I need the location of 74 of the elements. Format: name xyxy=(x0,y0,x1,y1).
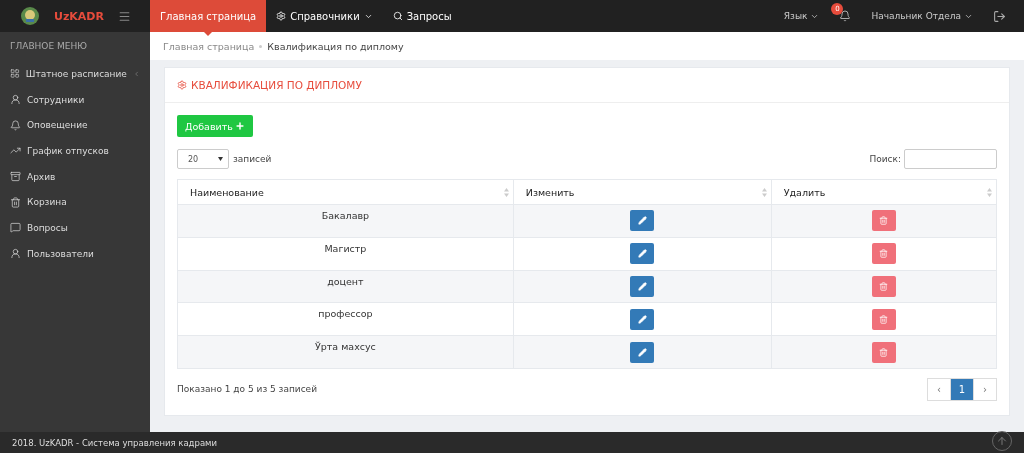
bell-icon[interactable] xyxy=(839,10,852,22)
trash-icon xyxy=(879,249,889,259)
sidebar-item[interactable]: Штатное расписание xyxy=(0,61,150,87)
sidebar-item[interactable]: Оповещение xyxy=(0,112,150,139)
sort-icon xyxy=(761,188,767,197)
footer-text: 2018. UzKADR - Система управления кадрами xyxy=(0,432,1024,453)
page-button[interactable]: 1 xyxy=(950,378,974,401)
edit-button[interactable] xyxy=(630,210,655,232)
logout-icon[interactable] xyxy=(993,9,1006,23)
page-button[interactable]: ‹ xyxy=(927,378,951,401)
nav-tab[interactable]: Справочники xyxy=(266,0,383,32)
delete-button[interactable] xyxy=(871,276,896,297)
message-icon xyxy=(10,222,21,234)
pencil-icon xyxy=(637,282,647,291)
breadcrumb-link[interactable]: Главная страница xyxy=(163,40,255,52)
trash-icon xyxy=(879,314,889,324)
pencil-icon xyxy=(637,314,647,324)
edit-button[interactable] xyxy=(630,276,655,297)
sidebar-item[interactable]: Пользователи xyxy=(0,240,150,267)
gear-icon xyxy=(276,11,287,21)
page-button[interactable]: › xyxy=(973,378,997,401)
trash-icon xyxy=(879,282,889,291)
column-header[interactable]: Наименование xyxy=(177,179,514,205)
brand-name: UzKADR xyxy=(54,9,104,23)
search-icon xyxy=(392,11,403,21)
trash-icon xyxy=(879,216,889,226)
delete-button[interactable] xyxy=(871,308,896,330)
sidebar-item[interactable]: Корзина xyxy=(0,189,150,216)
language-dropdown[interactable]: Язык xyxy=(783,11,820,21)
bell-icon xyxy=(10,119,21,131)
column-header[interactable]: Удалить xyxy=(771,179,997,205)
sidebar-item[interactable]: Архив xyxy=(0,163,150,190)
table-cell: Бакалавр xyxy=(177,204,514,238)
plus-icon xyxy=(234,121,245,131)
caret-icon xyxy=(218,157,223,161)
archive-icon xyxy=(10,171,21,183)
trash-icon xyxy=(10,196,21,208)
sort-icon xyxy=(987,188,992,197)
user-icon xyxy=(10,94,21,106)
table-cell: Магистр xyxy=(177,237,514,271)
pencil-icon xyxy=(637,347,647,357)
delete-button[interactable] xyxy=(871,341,896,363)
grid-icon xyxy=(10,68,20,80)
user-dropdown[interactable]: Начальник Отдела xyxy=(871,11,973,21)
card-title: КВАЛИФИКАЦИЯ ПО ДИПЛОМУ xyxy=(191,79,362,91)
user-icon xyxy=(10,248,21,260)
sort-icon xyxy=(503,188,509,197)
table-cell: Ўрта махсус xyxy=(177,335,514,369)
sidebar-item[interactable]: График отпусков xyxy=(0,138,150,164)
sidebar-item[interactable]: Сотрудники xyxy=(0,86,150,113)
page-length-select[interactable]: 20 xyxy=(177,149,229,169)
column-header[interactable]: Изменить xyxy=(513,179,772,205)
edit-button[interactable] xyxy=(630,308,655,330)
menu-heading: ГЛАВНОЕ МЕНЮ xyxy=(9,41,88,53)
pencil-icon xyxy=(637,216,647,226)
page-length-label: записей xyxy=(233,154,272,164)
table-info: Показано 1 до 5 из 5 записей xyxy=(177,384,317,395)
table-cell: профессор xyxy=(177,302,514,336)
arrow-up-icon xyxy=(996,435,1008,447)
search-field[interactable] xyxy=(904,149,997,169)
table-cell: доцент xyxy=(177,270,514,303)
search-label: Поиск: xyxy=(869,154,901,164)
pencil-icon xyxy=(637,249,647,259)
delete-button[interactable] xyxy=(871,210,896,232)
trash-icon xyxy=(879,347,889,357)
nav-tab[interactable]: Запросы xyxy=(382,0,462,32)
gear-icon xyxy=(177,80,187,90)
sidebar-item[interactable]: Вопросы xyxy=(0,215,150,241)
emblem-icon xyxy=(20,6,40,26)
delete-button[interactable] xyxy=(871,243,896,265)
breadcrumb-current: Квалификация по диплому xyxy=(267,40,404,52)
edit-button[interactable] xyxy=(630,243,655,265)
menu-icon[interactable] xyxy=(118,9,131,23)
edit-button[interactable] xyxy=(630,341,655,363)
